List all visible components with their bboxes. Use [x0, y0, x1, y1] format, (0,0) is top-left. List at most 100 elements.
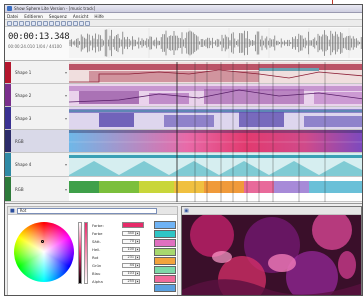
window-title: Show Sphere Lite Version - [music track]	[14, 6, 96, 11]
prop-row: Farbe:	[92, 221, 148, 229]
palette-swatch[interactable]	[154, 239, 176, 247]
menu-ansicht[interactable]: Ansicht	[73, 14, 88, 19]
prop-label: Blau	[92, 270, 101, 276]
spin-icon[interactable]: ▴	[136, 246, 140, 252]
track-lane-shape-1[interactable]	[69, 62, 362, 84]
track-color-swatch[interactable]	[5, 130, 11, 152]
color-wheel[interactable]	[14, 222, 74, 282]
new-icon[interactable]	[7, 20, 12, 26]
color-name-field[interactable]: Rot	[16, 207, 157, 214]
red-field[interactable]: 231	[122, 254, 136, 260]
palette-swatch[interactable]	[154, 248, 176, 256]
prop-row: Farbe 340 ▴	[92, 229, 148, 237]
undo-icon[interactable]	[25, 20, 30, 26]
spin-icon[interactable]: ▴	[136, 270, 140, 276]
prop-label: Hell.	[92, 246, 101, 252]
prop-label: Grün	[92, 262, 102, 268]
alpha-slider[interactable]	[84, 222, 88, 284]
track-header-shape-4[interactable]: Shape 4 ▾	[5, 153, 69, 177]
hue-field[interactable]: 340	[122, 230, 136, 236]
track-header-shape-1[interactable]: Shape 1 ▾	[5, 62, 69, 84]
green-field[interactable]: 44	[122, 262, 136, 268]
palette-swatch[interactable]	[154, 257, 176, 265]
track-color-swatch[interactable]	[5, 84, 11, 106]
menu-sequenz[interactable]: Sequenz	[49, 14, 67, 19]
timecode-display: 00:00:13.348	[8, 32, 70, 42]
color-preview	[122, 222, 144, 228]
track-header-rgb-1[interactable]: RGB	[5, 130, 69, 153]
prop-label: Rot	[92, 254, 99, 260]
prop-label: Sätt.	[92, 238, 101, 244]
blue-field[interactable]: 103	[122, 270, 136, 276]
track-name: Shape 3	[15, 115, 32, 121]
track-lane-rgb-2[interactable]	[69, 177, 362, 202]
palette-swatch[interactable]	[154, 230, 176, 238]
menu-editieren[interactable]: Editieren	[24, 14, 43, 19]
track-name: Shape 1	[15, 70, 32, 75]
chevron-down-icon[interactable]: ▾	[65, 93, 67, 98]
save-icon[interactable]	[19, 20, 24, 26]
spin-icon[interactable]: ▴	[136, 278, 140, 284]
paste-icon[interactable]	[49, 20, 54, 26]
preview-panel: ▣	[181, 206, 362, 295]
transport-header: 00:00:13.348 00:00:24.010 1/04 / 44100	[5, 27, 363, 61]
stop-icon[interactable]	[61, 20, 66, 26]
bottom-panels: ■ Rot Farbe: Farbe 340 ▴ Sätt. 70 ▴ Hell…	[5, 203, 362, 295]
spin-icon[interactable]: ▴	[136, 254, 140, 260]
prop-row: Sätt. 70 ▴	[92, 237, 148, 245]
track-lane-shape-4[interactable]	[69, 153, 362, 177]
color-properties: Farbe: Farbe 340 ▴ Sätt. 70 ▴ Hell. 100 ▴ R…	[92, 221, 148, 285]
track-lane-rgb-1[interactable]	[69, 130, 362, 153]
prop-row: Blau 103 ▴	[92, 269, 148, 277]
spin-icon[interactable]: ▴	[136, 262, 140, 268]
track-header-shape-2[interactable]: Shape 2 ▾	[5, 84, 69, 107]
value-field[interactable]: 100	[122, 246, 136, 252]
play-icon[interactable]	[55, 20, 60, 26]
track-name: Shape 4	[15, 162, 32, 167]
track-color-swatch[interactable]	[5, 177, 11, 201]
track-color-swatch[interactable]	[5, 107, 11, 129]
spin-icon[interactable]: ▴	[136, 238, 140, 244]
chevron-down-icon[interactable]: ▾	[65, 187, 67, 192]
palette-swatch[interactable]	[154, 221, 176, 229]
forward-icon[interactable]	[73, 20, 78, 26]
track-color-swatch[interactable]	[5, 62, 11, 83]
prop-row: Rot 231 ▴	[92, 253, 148, 261]
timecode-info: 00:00:24.010 1/04 / 44100	[8, 44, 62, 49]
track-lane-shape-3[interactable]	[69, 107, 362, 130]
preview-icon: ▣	[184, 207, 189, 214]
color-wheel-cursor[interactable]	[41, 240, 44, 243]
palette-swatch[interactable]	[154, 284, 176, 292]
chevron-down-icon[interactable]: ▾	[65, 116, 67, 121]
rewind-icon[interactable]	[67, 20, 72, 26]
open-icon[interactable]	[13, 20, 18, 26]
menu-hilfe[interactable]: Hilfe	[94, 14, 104, 19]
track-lane-shape-2[interactable]	[69, 84, 362, 107]
menu-datei[interactable]: Datei	[7, 14, 18, 19]
color-editor-header: ■ Rot	[8, 207, 177, 215]
menu-bar: Datei Editieren Sequenz Ansicht Hilfe	[5, 13, 362, 20]
track-color-swatch[interactable]	[5, 153, 11, 176]
zoom-out-icon[interactable]	[85, 20, 90, 26]
palette-swatch[interactable]	[154, 275, 176, 283]
saturation-field[interactable]: 70	[122, 238, 136, 244]
cut-icon[interactable]	[37, 20, 42, 26]
palette-swatch[interactable]	[154, 266, 176, 274]
track-list: Shape 1 ▾ Shape 2 ▾ Shape 3 ▾ RGB Shape …	[5, 62, 362, 202]
audio-waveform[interactable]	[69, 28, 363, 58]
zoom-in-icon[interactable]	[79, 20, 84, 26]
redo-icon[interactable]	[31, 20, 36, 26]
color-icon: ■	[10, 207, 15, 214]
spin-icon[interactable]: ▴	[136, 230, 140, 236]
chevron-down-icon[interactable]: ▾	[65, 162, 67, 167]
color-palette	[154, 221, 176, 293]
copy-icon[interactable]	[43, 20, 48, 26]
alpha-field[interactable]: 255	[122, 278, 136, 284]
track-header-shape-3[interactable]: Shape 3 ▾	[5, 107, 69, 130]
chevron-down-icon[interactable]: ▾	[65, 70, 67, 75]
title-bar: Show Sphere Lite Version - [music track]	[5, 5, 362, 13]
preview-image	[182, 210, 361, 295]
track-header-rgb-2[interactable]: RGB ▾	[5, 177, 69, 202]
prop-row: Alpha 255 ▴	[92, 277, 148, 285]
brightness-slider[interactable]	[78, 222, 82, 284]
